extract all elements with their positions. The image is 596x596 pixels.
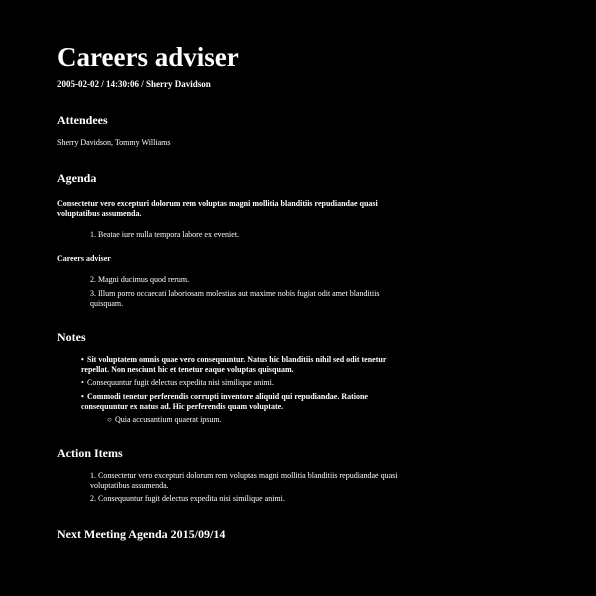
notes-sub-item-text: Quia accusantium quaerat ipsum. xyxy=(115,415,222,424)
notes-item-3: • Commodi tenetur perferendis corrupti in… xyxy=(81,392,399,412)
attendees-names: Sherry Davidson, Tommy Williams xyxy=(57,138,171,147)
notes-item-2: • Consequuntur fugit delectus expedita ni… xyxy=(81,378,399,388)
notes-item-text: Sit voluptatem omnis quae vero consequun… xyxy=(81,355,387,374)
notes-item-text: Commodi tenetur perferendis corrupti inv… xyxy=(81,392,368,411)
attendees-heading: Attendees xyxy=(57,113,108,127)
notes-item-text: Consequuntur fugit delectus expedita nis… xyxy=(87,378,274,387)
notes-item-1: • Sit voluptatem omnis quae vero consequu… xyxy=(81,355,399,375)
agenda-item-1: 1. Beatae iure nulla tempora labore ex e… xyxy=(90,230,240,239)
next-meeting-heading: Next Meeting Agenda 2015/09/14 xyxy=(57,527,226,541)
circle-bullet-icon: ○ xyxy=(107,415,112,424)
action-item-2: 2. Consequuntur fugit delectus expedita … xyxy=(90,494,285,503)
action-item-1: 1. Consectetur vero excepturi dolorum re… xyxy=(90,471,398,490)
notes-sub-item-1: ○ Quia accusantium quaerat ipsum. xyxy=(107,415,387,425)
action-items-heading: Action Items xyxy=(57,446,123,460)
agenda-item-3: 3. Illum porro occaecati laboriosam mole… xyxy=(90,289,380,308)
agenda-topic-1: Consectetur vero excepturi dolorum rem v… xyxy=(57,199,378,218)
agenda-item-2: 2. Magni ducimus quod rerum. xyxy=(90,275,190,284)
meeting-meta: 2005-02-02 / 14:30:06 / Sherry Davidson xyxy=(57,79,211,89)
notes-heading: Notes xyxy=(57,330,86,344)
agenda-topic-2: Careers adviser xyxy=(57,254,111,263)
agenda-heading: Agenda xyxy=(57,171,97,185)
page-title: Careers adviser xyxy=(57,42,239,72)
